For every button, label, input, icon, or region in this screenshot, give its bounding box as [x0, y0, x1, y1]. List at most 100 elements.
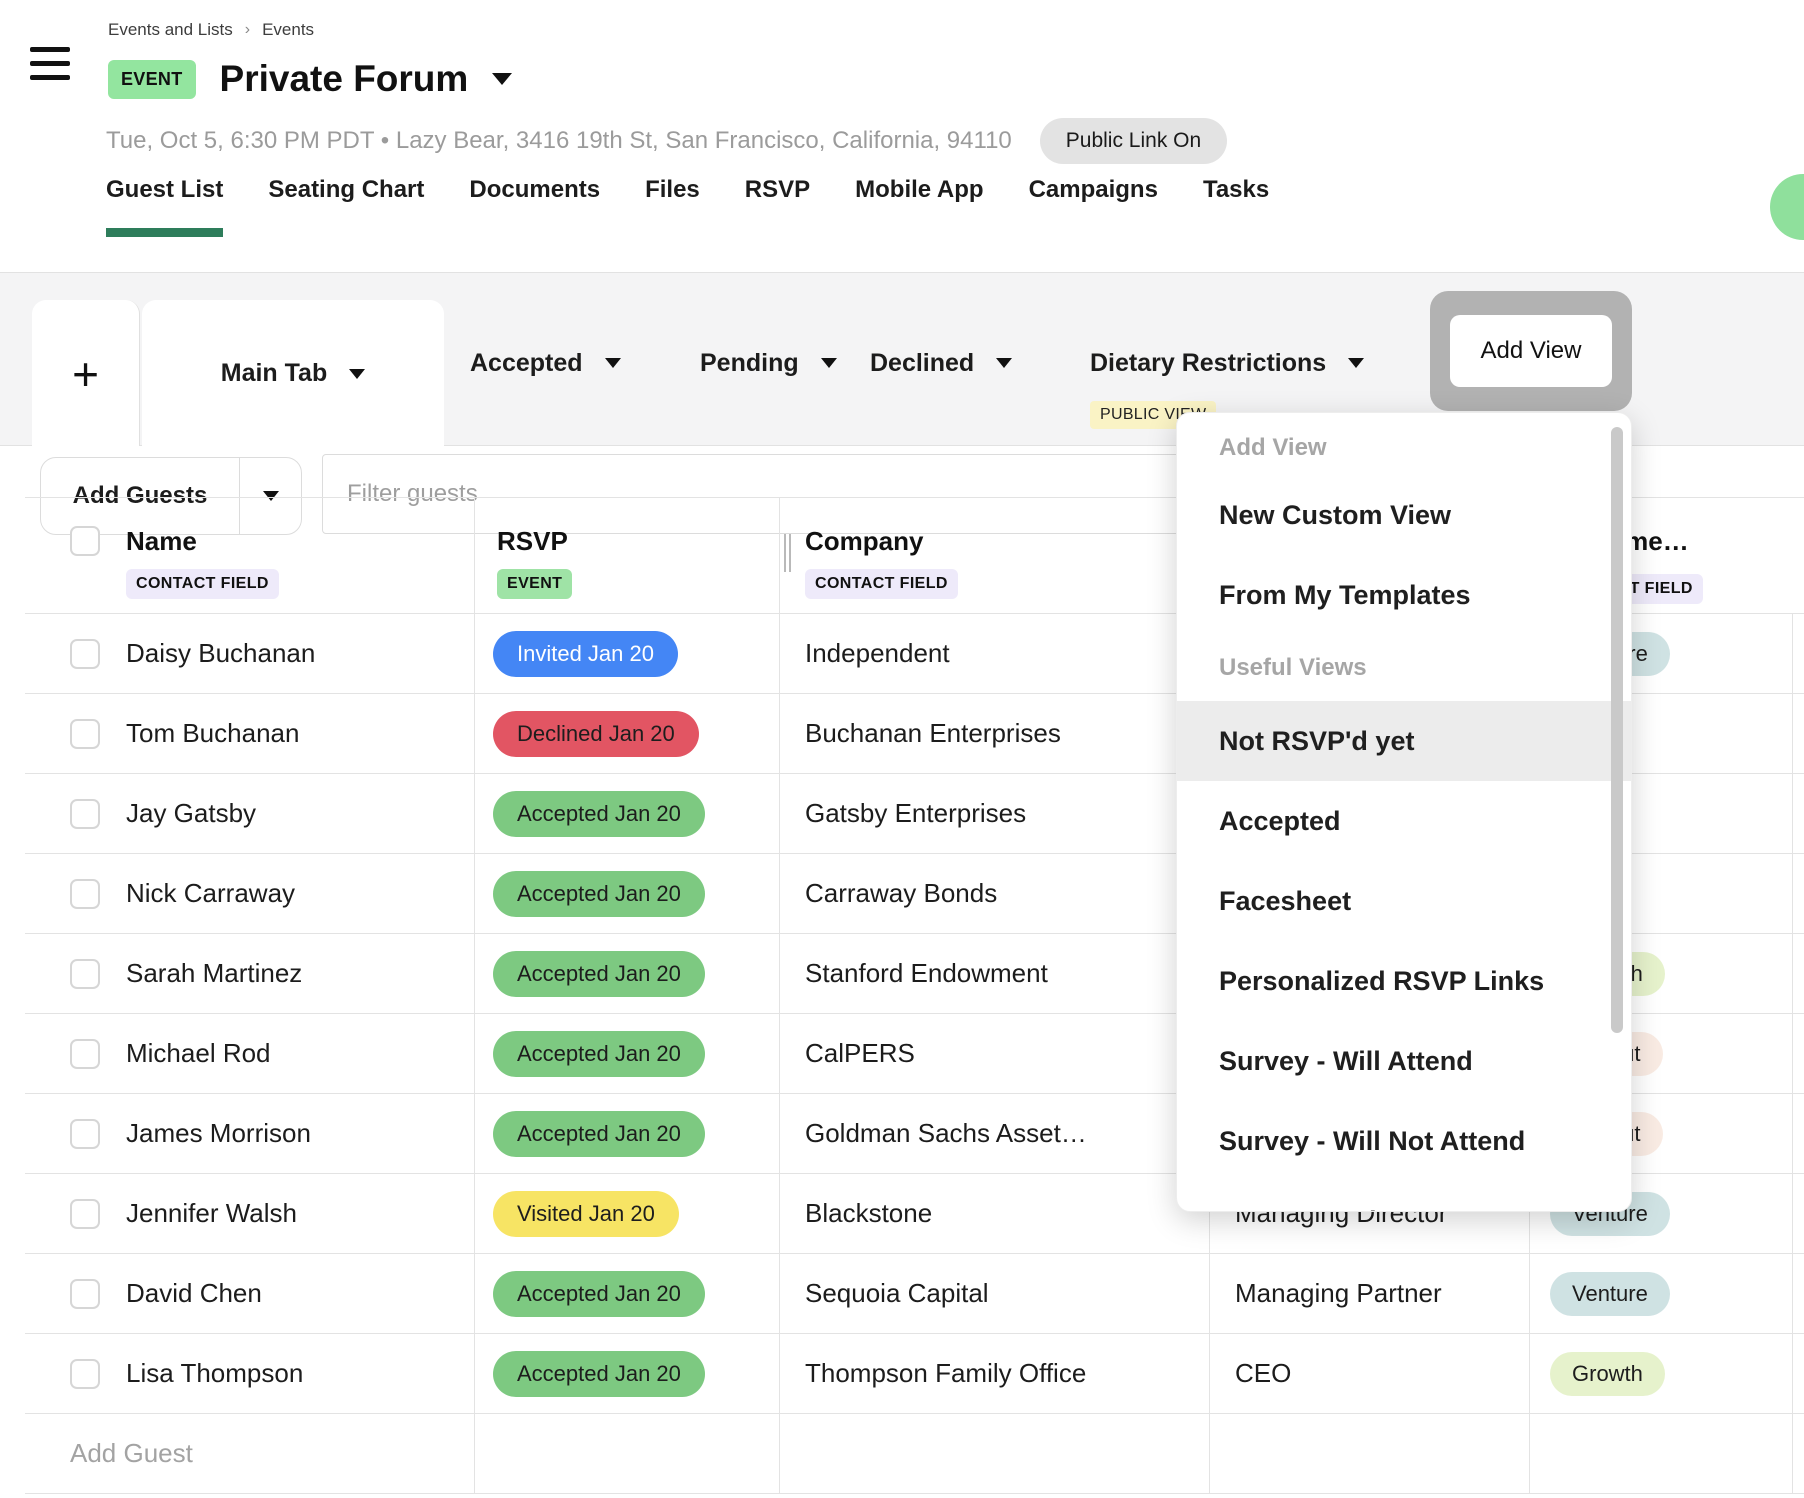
segment-tag-badge: Venture: [1550, 1272, 1670, 1316]
column-header-stack: Name CONTACT FIELD: [126, 526, 279, 613]
guest-name-cell: James Morrison: [25, 1094, 475, 1173]
chevron-down-icon[interactable]: [605, 358, 621, 368]
nav-tab-guest-list[interactable]: Guest List: [106, 172, 223, 208]
nav-tab-tasks[interactable]: Tasks: [1203, 172, 1269, 208]
menu-item-personalized-rsvp-links[interactable]: Personalized RSVP Links: [1177, 941, 1631, 1021]
guest-title: Managing Partner: [1235, 1278, 1442, 1309]
company-name: Thompson Family Office: [805, 1358, 1086, 1389]
row-checkbox[interactable]: [70, 1199, 100, 1229]
menu-icon[interactable]: [30, 47, 70, 81]
column-header-stack: Company CONTACT FIELD: [805, 526, 1209, 599]
company-name: CalPERS: [805, 1038, 915, 1069]
event-datetime-location: Tue, Oct 5, 6:30 PM PDT • Lazy Bear, 341…: [106, 127, 1012, 155]
column-drag-handle-icon[interactable]: [784, 534, 794, 572]
column-label: Name: [126, 526, 279, 556]
view-tab-accepted[interactable]: Accepted: [470, 343, 621, 383]
company-name: Goldman Sachs Asset…: [805, 1118, 1087, 1149]
column-label: Company: [805, 526, 1209, 556]
rsvp-status-badge[interactable]: Accepted Jan 20: [493, 871, 705, 917]
dropdown-scrollbar[interactable]: [1611, 427, 1623, 1033]
breadcrumb-events-and-lists[interactable]: Events and Lists: [108, 20, 233, 40]
guest-name-cell: Sarah Martinez: [25, 934, 475, 1013]
add-view-tab-button[interactable]: +: [32, 300, 140, 447]
view-tab-declined[interactable]: Declined: [870, 343, 1012, 383]
column-header-rsvp[interactable]: RSVPEVENT: [475, 498, 780, 613]
guest-name-cell: Tom Buchanan: [25, 694, 475, 773]
view-tab-label: Dietary Restrictions: [1090, 349, 1326, 378]
chevron-down-icon[interactable]: [996, 358, 1012, 368]
rsvp-status-badge[interactable]: Accepted Jan 20: [493, 1351, 705, 1397]
menu-item-facesheet[interactable]: Facesheet: [1177, 861, 1631, 941]
chevron-down-icon[interactable]: [821, 358, 837, 368]
guest-name: James Morrison: [126, 1118, 311, 1149]
company-name: Gatsby Enterprises: [805, 798, 1026, 829]
add-view-button[interactable]: Add View: [1450, 315, 1612, 387]
column-field-badge: CONTACT FIELD: [126, 569, 279, 599]
nav-tab-campaigns[interactable]: Campaigns: [1029, 172, 1158, 208]
page-title: Private Forum: [220, 58, 469, 100]
rsvp-status-badge[interactable]: Accepted Jan 20: [493, 791, 705, 837]
spacer-cell: [1793, 694, 1804, 773]
row-checkbox[interactable]: [70, 799, 100, 829]
chevron-down-icon[interactable]: [349, 369, 365, 379]
row-checkbox[interactable]: [70, 719, 100, 749]
menu-item-not-rsvp-d-yet[interactable]: Not RSVP'd yet: [1177, 701, 1631, 781]
nav-tab-mobile-app[interactable]: Mobile App: [855, 172, 983, 208]
rsvp-cell: Accepted Jan 20: [475, 1094, 780, 1173]
add-guest-placeholder[interactable]: Add Guest: [25, 1414, 475, 1493]
rsvp-status-badge[interactable]: Accepted Jan 20: [493, 1271, 705, 1317]
title-caret-icon[interactable]: [492, 73, 512, 85]
nav-tab-files[interactable]: Files: [645, 172, 700, 208]
row-checkbox[interactable]: [70, 1359, 100, 1389]
public-link-badge[interactable]: Public Link On: [1040, 118, 1227, 164]
company-name: Independent: [805, 638, 950, 669]
menu-item-accepted[interactable]: Accepted: [1177, 781, 1631, 861]
breadcrumb-events[interactable]: Events: [262, 20, 314, 40]
view-tab-dietary-restrictions[interactable]: Dietary Restrictions: [1090, 343, 1364, 383]
column-header-company[interactable]: Company CONTACT FIELD: [780, 498, 1210, 613]
menu-item-survey-will-not-attend[interactable]: Survey - Will Not Attend: [1177, 1101, 1631, 1181]
nav-tab-seating-chart[interactable]: Seating Chart: [268, 172, 424, 208]
chevron-down-icon[interactable]: [1348, 358, 1364, 368]
company-name: Blackstone: [805, 1198, 932, 1229]
row-checkbox[interactable]: [70, 1039, 100, 1069]
column-field-badge: CONTACT FIELD: [805, 569, 958, 599]
menu-item-2024-summit[interactable]: 2024 Summit: [1177, 1181, 1631, 1212]
menu-item-survey-will-attend[interactable]: Survey - Will Attend: [1177, 1021, 1631, 1101]
segment-cell: Growth: [1530, 1334, 1793, 1413]
view-tab-label: Main Tab: [221, 359, 327, 388]
row-checkbox[interactable]: [70, 639, 100, 669]
title-cell: Managing Partner: [1210, 1254, 1530, 1333]
event-type-badge: EVENT: [108, 60, 196, 99]
app-header: Events and Lists › Events EVENT Private …: [0, 0, 1804, 272]
rsvp-status-badge[interactable]: Invited Jan 20: [493, 631, 678, 677]
rsvp-status-badge[interactable]: Accepted Jan 20: [493, 1031, 705, 1077]
company-cell: Thompson Family Office: [780, 1334, 1210, 1413]
spacer-cell: [1793, 934, 1804, 1013]
select-all-checkbox[interactable]: [70, 526, 100, 556]
add-view-dropdown: Add ViewNew Custom ViewFrom My Templates…: [1176, 412, 1632, 1212]
guest-name: Jay Gatsby: [126, 798, 256, 829]
rsvp-cell: Visited Jan 20: [475, 1174, 780, 1253]
row-checkbox[interactable]: [70, 879, 100, 909]
rsvp-status-badge[interactable]: Accepted Jan 20: [493, 1111, 705, 1157]
add-guest-row[interactable]: Add Guest: [25, 1414, 1804, 1494]
row-checkbox[interactable]: [70, 1119, 100, 1149]
spacer-cell: [1793, 614, 1804, 693]
menu-item-new-custom-view[interactable]: New Custom View: [1177, 475, 1631, 555]
menu-item-from-my-templates[interactable]: From My Templates: [1177, 555, 1631, 635]
row-checkbox[interactable]: [70, 959, 100, 989]
view-tab-pending[interactable]: Pending: [700, 343, 837, 383]
guest-name-cell: Jay Gatsby: [25, 774, 475, 853]
column-header-name[interactable]: Name CONTACT FIELD: [25, 498, 475, 613]
view-tab-main-tab[interactable]: Main Tab: [142, 300, 444, 447]
guest-name-cell: Jennifer Walsh: [25, 1174, 475, 1253]
row-checkbox[interactable]: [70, 1279, 100, 1309]
nav-tab-rsvp[interactable]: RSVP: [745, 172, 810, 208]
spacer-cell: [780, 1414, 1210, 1493]
rsvp-status-badge[interactable]: Visited Jan 20: [493, 1191, 679, 1237]
rsvp-status-badge[interactable]: Accepted Jan 20: [493, 951, 705, 997]
nav-tab-documents[interactable]: Documents: [469, 172, 600, 208]
rsvp-status-badge[interactable]: Declined Jan 20: [493, 711, 699, 757]
guest-name: David Chen: [126, 1278, 262, 1309]
